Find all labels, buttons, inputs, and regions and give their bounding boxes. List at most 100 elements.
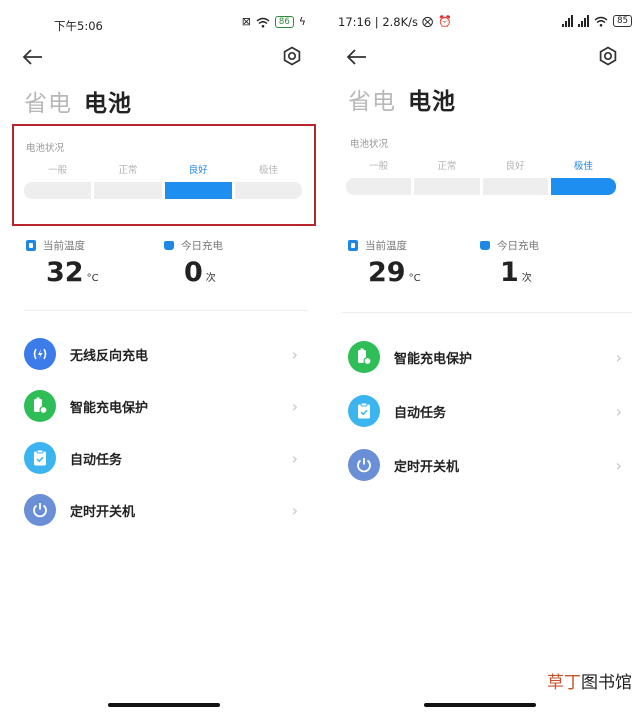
level-fill — [550, 178, 616, 195]
battery-status-card: 电池状况 一般 正常 良好 极佳 — [324, 124, 640, 226]
battery-status-card: 电池状况 一般 正常 良好 极佳 — [12, 124, 316, 226]
right-screen: 17:16 | 2.8K/s ⨂ ⏰ 85 省电 电池 电池状况 一般 正常 良好… — [324, 0, 640, 715]
charge-count-value: 1 — [500, 257, 519, 288]
battery-status-label: 电池状况 — [26, 143, 65, 154]
page-title: 省电 电池 — [348, 82, 456, 116]
menu-item-scheduled-power[interactable]: 定时开关机 › — [348, 445, 630, 485]
temperature-label: 当前温度 — [43, 240, 85, 252]
level-label: 良好 — [188, 165, 208, 176]
menu-item-scheduled-power[interactable]: 定时开关机 › — [24, 490, 306, 530]
wifi-icon — [594, 16, 608, 27]
battery-status-label: 电池状况 — [350, 139, 389, 150]
chevron-right-icon: › — [291, 396, 298, 416]
page-title: 省电 电池 — [24, 84, 132, 118]
power-icon — [24, 494, 56, 526]
wifi-icon — [256, 17, 270, 28]
menu-item-label: 智能充电保护 — [394, 351, 473, 367]
status-icons: 85 — [562, 15, 632, 27]
charge-count-stat: 今日充电 0次 — [164, 238, 223, 288]
level-label: 极佳 — [573, 161, 593, 172]
battery-icon — [164, 241, 174, 250]
watermark-part2: 图书馆 — [581, 673, 632, 693]
watermark-part1: 草丁 — [547, 673, 581, 693]
level-segment: 正常 — [414, 160, 480, 195]
charge-count-unit: 次 — [205, 273, 216, 284]
silent-icon: ⨂ — [422, 15, 433, 28]
status-bar: 下午5:06 ⊠ 86 ϟ — [0, 10, 316, 38]
thermometer-icon — [26, 240, 36, 251]
power-icon — [348, 449, 380, 481]
battery-indicator: 85 — [613, 15, 632, 27]
charge-count-label: 今日充电 — [497, 240, 539, 252]
thermometer-icon — [348, 240, 358, 251]
signal-icon — [562, 15, 574, 27]
temperature-unit: °C — [86, 273, 99, 284]
charge-protection-icon — [348, 341, 380, 373]
level-label: 良好 — [505, 161, 525, 172]
divider — [24, 310, 308, 311]
level-fill — [234, 182, 302, 199]
level-segment: 良好 — [482, 160, 548, 195]
level-fill — [94, 182, 162, 199]
level-segment: 极佳 — [234, 164, 302, 199]
signal-icon — [578, 15, 590, 27]
menu-item-label: 定时开关机 — [70, 504, 136, 520]
temperature-stat: 当前温度 29 °C — [348, 238, 421, 288]
menu-item-label: 自动任务 — [394, 405, 447, 421]
menu-item-auto-tasks[interactable]: 自动任务 › — [24, 438, 306, 478]
menu-item-wireless-reverse-charging[interactable]: 无线反向充电 › — [24, 334, 306, 374]
level-segment-active: 极佳 — [550, 160, 616, 195]
menu-item-auto-tasks[interactable]: 自动任务 › — [348, 391, 630, 431]
level-fill — [482, 178, 548, 195]
task-clipboard-icon — [348, 395, 380, 427]
chevron-right-icon: › — [615, 347, 622, 367]
menu-item-smart-charge-protection[interactable]: 智能充电保护 › — [348, 337, 630, 377]
temperature-value: 29 — [368, 257, 406, 288]
level-fill — [164, 182, 232, 199]
left-screen: 下午5:06 ⊠ 86 ϟ 省电 电池 电池状况 一般 正常 良好 极佳 当前温度… — [0, 0, 316, 715]
chevron-right-icon: › — [291, 448, 298, 468]
wireless-charge-icon — [24, 338, 56, 370]
chevron-right-icon: › — [291, 344, 298, 364]
status-time: 下午5:06 — [54, 19, 103, 33]
temperature-unit: °C — [408, 273, 421, 284]
chevron-right-icon: › — [291, 500, 298, 520]
watermark: 草丁图书馆 — [547, 668, 632, 693]
temperature-value: 32 — [46, 257, 84, 288]
charge-count-value: 0 — [184, 257, 203, 288]
chevron-right-icon: › — [615, 455, 622, 475]
title-sub: 电池 — [84, 91, 132, 117]
charge-count-unit: 次 — [521, 273, 532, 284]
charge-protection-icon — [24, 390, 56, 422]
title-main: 省电 — [24, 91, 72, 117]
chevron-right-icon: › — [615, 401, 622, 421]
gear-icon[interactable] — [598, 46, 620, 68]
status-bar: 17:16 | 2.8K/s ⨂ ⏰ 85 — [324, 10, 640, 38]
level-label: 一般 — [369, 161, 389, 172]
mute-icon: ⊠ — [241, 15, 251, 28]
temperature-stat: 当前温度 32 °C — [26, 238, 99, 288]
battery-icon — [480, 241, 490, 250]
status-time: 17:16 | 2.8K/s — [338, 15, 419, 29]
home-indicator[interactable] — [108, 703, 220, 707]
level-fill — [414, 178, 480, 195]
task-clipboard-icon — [24, 442, 56, 474]
menu-item-label: 定时开关机 — [394, 459, 460, 475]
divider — [342, 312, 632, 313]
back-arrow-icon[interactable] — [22, 46, 48, 72]
temperature-label: 当前温度 — [365, 240, 407, 252]
level-segment: 一般 — [24, 164, 92, 199]
title-sub: 电池 — [408, 89, 456, 115]
title-main: 省电 — [348, 89, 396, 115]
gear-icon[interactable] — [282, 46, 304, 68]
back-arrow-icon[interactable] — [346, 46, 372, 72]
home-indicator[interactable] — [424, 703, 536, 707]
level-label: 正常 — [437, 161, 457, 172]
menu-item-label: 智能充电保护 — [70, 400, 149, 416]
menu-item-label: 无线反向充电 — [70, 348, 149, 364]
menu-item-label: 自动任务 — [70, 452, 123, 468]
level-fill — [24, 182, 92, 199]
level-segment: 正常 — [94, 164, 162, 199]
menu-item-smart-charge-protection[interactable]: 智能充电保护 › — [24, 386, 306, 426]
charge-count-label: 今日充电 — [181, 240, 223, 252]
